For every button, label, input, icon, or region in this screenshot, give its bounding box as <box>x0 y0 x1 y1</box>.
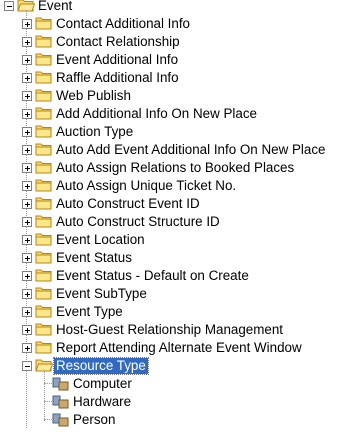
tree-leaf-label[interactable]: Computer <box>71 376 134 392</box>
tree-node-label[interactable]: Raffle Additional Info <box>54 70 181 86</box>
tree-node-label[interactable]: Host-Guest Relationship Management <box>54 322 285 338</box>
expand-toggle[interactable] <box>22 181 32 191</box>
expand-toggle[interactable] <box>22 145 32 155</box>
folder-icon <box>35 232 53 246</box>
tree-node-label[interactable]: Report Attending Alternate Event Window <box>54 340 304 356</box>
tree-leaf-label[interactable]: Person <box>71 412 117 428</box>
tree-node-label[interactable]: Event Status - Default on Create <box>54 268 251 284</box>
folder-icon <box>35 124 53 138</box>
tree-node-label[interactable]: Event Additional Info <box>54 52 180 68</box>
expand-toggle[interactable] <box>22 73 32 83</box>
tree-node-label[interactable]: Event <box>36 0 74 14</box>
folder-icon <box>35 286 53 300</box>
tree-node-label[interactable]: Event SubType <box>54 286 149 302</box>
folder-icon <box>35 160 53 174</box>
folder-icon <box>35 52 53 66</box>
expand-toggle[interactable] <box>22 253 32 263</box>
expand-toggle[interactable] <box>22 271 32 281</box>
expand-toggle[interactable] <box>22 343 32 353</box>
folder-icon <box>35 142 53 156</box>
expand-toggle[interactable] <box>22 289 32 299</box>
folder-icon <box>35 196 53 210</box>
folder-icon <box>35 250 53 264</box>
folder-icon <box>35 34 53 48</box>
folder-icon <box>35 340 53 354</box>
expand-toggle[interactable] <box>22 37 32 47</box>
tree-node-label[interactable]: Web Publish <box>54 88 133 104</box>
resource-node-icon <box>52 376 70 392</box>
expand-toggle[interactable] <box>22 325 32 335</box>
expand-toggle[interactable] <box>22 19 32 29</box>
tree-node-label[interactable]: Auto Add Event Additional Info On New Pl… <box>54 142 327 158</box>
expand-toggle[interactable] <box>22 109 32 119</box>
tree-node-label[interactable]: Event Type <box>54 304 125 320</box>
expand-toggle[interactable] <box>22 235 32 245</box>
tree-node-label[interactable]: Add Additional Info On New Place <box>54 106 259 122</box>
folder-icon <box>35 106 53 120</box>
tree-node-label[interactable]: Resource Type <box>53 357 149 375</box>
expand-toggle[interactable] <box>22 91 32 101</box>
collapse-toggle[interactable] <box>4 1 14 11</box>
expand-toggle[interactable] <box>22 163 32 173</box>
tree-node-label[interactable]: Contact Relationship <box>54 34 182 50</box>
tree-node-label[interactable]: Auto Assign Relations to Booked Places <box>54 160 296 176</box>
tree-node-label[interactable]: Auto Construct Structure ID <box>54 214 222 230</box>
folder-icon <box>35 16 53 30</box>
folder-open-icon <box>35 358 54 372</box>
folder-icon <box>35 268 53 282</box>
folder-icon <box>35 322 53 336</box>
expand-toggle[interactable] <box>22 307 32 317</box>
folder-icon <box>35 304 53 318</box>
resource-node-icon <box>52 412 70 428</box>
folder-icon <box>35 178 53 192</box>
expand-toggle[interactable] <box>22 217 32 227</box>
tree-node-label[interactable]: Auto Assign Unique Ticket No. <box>54 178 238 194</box>
tree-node-label[interactable]: Auction Type <box>54 124 135 140</box>
resource-node-icon <box>52 394 70 410</box>
folder-icon <box>35 88 53 102</box>
expand-toggle[interactable] <box>22 55 32 65</box>
tree-node-label[interactable]: Event Status <box>54 250 134 266</box>
folder-icon <box>35 70 53 84</box>
tree-node-label[interactable]: Auto Construct Event ID <box>54 196 202 212</box>
collapse-toggle[interactable] <box>22 361 32 371</box>
expand-toggle[interactable] <box>22 199 32 209</box>
expand-toggle[interactable] <box>22 127 32 137</box>
settings-tree: Event Contact Additional Info Contact Rela… <box>0 0 346 432</box>
tree-node-label[interactable]: Contact Additional Info <box>54 16 192 32</box>
folder-icon <box>35 214 53 228</box>
tree-leaf-label[interactable]: Hardware <box>71 394 133 410</box>
tree-node-label[interactable]: Event Location <box>54 232 147 248</box>
